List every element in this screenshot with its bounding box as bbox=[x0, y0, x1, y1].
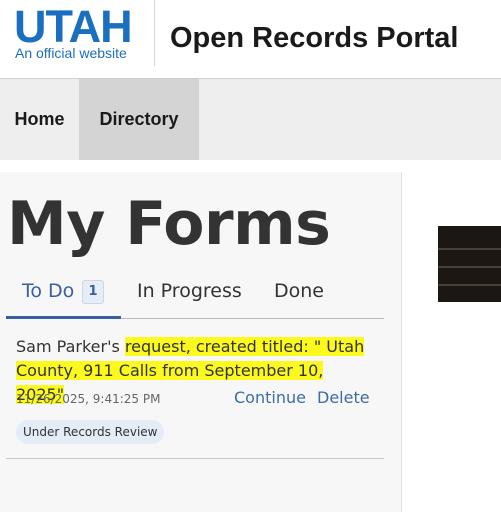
logo-subtitle: An official website bbox=[15, 45, 127, 61]
portal-title: Open Records Portal bbox=[170, 22, 459, 54]
list-item: Sam Parker's request, created titled: " … bbox=[6, 318, 384, 459]
to-do-count-badge: 1 bbox=[82, 280, 104, 304]
header-divider bbox=[154, 0, 155, 66]
request-timestamp: 11/26/2025, 9:41:25 PM bbox=[16, 392, 161, 406]
continue-link[interactable]: Continue bbox=[234, 388, 306, 408]
logo-wordmark: UTAH bbox=[14, 1, 133, 52]
tab-done[interactable]: Done bbox=[274, 270, 324, 316]
status-badge: Under Records Review bbox=[16, 420, 165, 444]
nav-spacer bbox=[0, 160, 501, 172]
utah-logo[interactable]: UTAH An official website bbox=[14, 4, 140, 64]
tab-in-progress[interactable]: In Progress bbox=[137, 270, 242, 316]
page-title: My Forms bbox=[7, 189, 331, 259]
tab-to-do-label: To Do bbox=[22, 280, 75, 302]
main-nav: Home Directory bbox=[0, 79, 501, 160]
nav-item-directory[interactable]: Directory bbox=[79, 79, 199, 160]
nav-item-home[interactable]: Home bbox=[0, 79, 79, 160]
delete-link[interactable]: Delete bbox=[317, 388, 370, 408]
forms-tabs: To Do 1 In Progress Done bbox=[6, 270, 384, 319]
site-header: UTAH An official website Open Records Po… bbox=[0, 0, 501, 79]
thumbnail-image bbox=[438, 226, 501, 302]
requester-text: Sam Parker's bbox=[16, 337, 125, 356]
side-area bbox=[402, 172, 501, 512]
tab-to-do[interactable]: To Do 1 bbox=[6, 270, 121, 319]
